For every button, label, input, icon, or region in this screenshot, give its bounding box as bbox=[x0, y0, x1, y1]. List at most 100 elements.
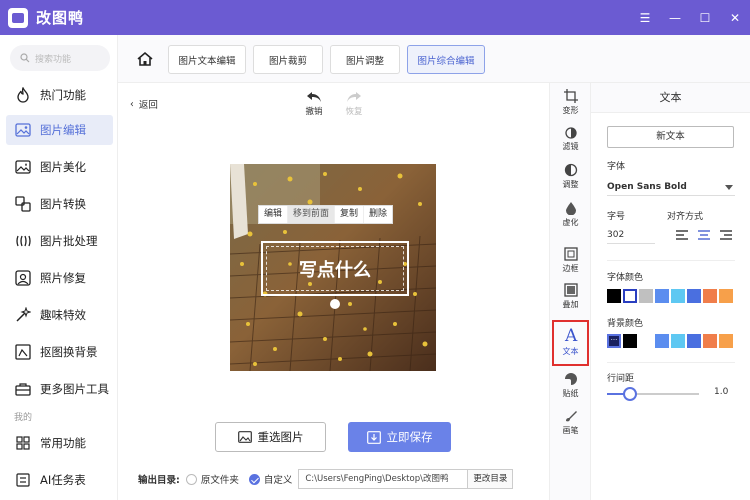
new-text-button[interactable]: 新文本 bbox=[607, 126, 734, 148]
app-logo-icon bbox=[8, 7, 28, 28]
brush-icon bbox=[565, 411, 577, 422]
tab-image-crop[interactable]: 图片裁剪 bbox=[253, 45, 323, 74]
text-properties-panel: 文本 新文本 字体 Open Sans Bold 字号 对齐方式 302 字体颜… bbox=[590, 83, 750, 500]
save-now-button[interactable]: 立即保存 bbox=[348, 422, 451, 452]
sidebar-item-label: 图片编辑 bbox=[40, 123, 86, 137]
toolbox-icon bbox=[14, 380, 32, 398]
sidebar-item-photo-repair[interactable]: 照片修复 bbox=[6, 263, 113, 293]
tool-transform[interactable]: 变形 bbox=[552, 85, 589, 121]
tool-border[interactable]: 边框 bbox=[552, 243, 589, 279]
photo-repair-icon bbox=[14, 269, 32, 287]
border-icon bbox=[563, 247, 578, 261]
tool-adjust[interactable]: 调整 bbox=[552, 159, 589, 195]
divider bbox=[607, 260, 735, 261]
sidebar-item-image-beautify[interactable]: 图片美化 bbox=[6, 152, 113, 182]
save-label: 立即保存 bbox=[386, 430, 433, 444]
tool-filter[interactable]: 滤镜 bbox=[552, 121, 589, 157]
tool-overlay[interactable]: 叠加 bbox=[552, 279, 589, 315]
alignment-group bbox=[671, 228, 737, 242]
color-swatch[interactable] bbox=[671, 334, 685, 348]
color-swatch[interactable] bbox=[687, 289, 701, 303]
radio-custom-folder[interactable] bbox=[248, 473, 260, 485]
slider-handle[interactable] bbox=[623, 387, 637, 401]
sidebar-item-image-edit[interactable]: 图片编辑 bbox=[6, 115, 113, 145]
top-tab-bar: 图片文本编辑 图片裁剪 图片调整 图片综合编辑 bbox=[118, 35, 750, 83]
svg-text:A: A bbox=[564, 326, 578, 344]
color-swatch[interactable] bbox=[623, 334, 637, 348]
minimize-icon[interactable]: — bbox=[660, 0, 690, 35]
back-button[interactable]: ‹ 返回 bbox=[130, 97, 158, 112]
tool-brush[interactable]: 画笔 bbox=[552, 405, 589, 441]
color-swatch[interactable] bbox=[607, 289, 621, 303]
tab-image-text-edit[interactable]: 图片文本编辑 bbox=[168, 45, 246, 74]
redo-icon bbox=[347, 92, 361, 102]
sidebar-item-label: 照片修复 bbox=[40, 271, 86, 285]
search-input[interactable]: 搜索功能 bbox=[10, 45, 110, 71]
sidebar-item-hot[interactable]: 热门功能 bbox=[6, 80, 113, 110]
reselect-image-button[interactable]: 重选图片 bbox=[215, 422, 326, 452]
align-center-icon[interactable] bbox=[693, 228, 715, 242]
output-path-field[interactable]: C:\Users\FengPing\Desktop\改图鸭 bbox=[298, 469, 469, 489]
color-swatch[interactable] bbox=[639, 334, 653, 348]
chevron-left-icon: ‹ bbox=[130, 98, 134, 110]
tool-sticker[interactable]: 贴纸 bbox=[552, 368, 589, 404]
sidebar-item-favorites[interactable]: 常用功能 bbox=[6, 428, 113, 458]
bring-to-front-button[interactable]: 移到前面 bbox=[288, 206, 336, 223]
tab-image-comprehensive-edit[interactable]: 图片综合编辑 bbox=[407, 45, 485, 74]
divider bbox=[607, 362, 735, 363]
font-select[interactable]: Open Sans Bold bbox=[607, 178, 735, 196]
delete-button[interactable]: 删除 bbox=[364, 206, 392, 223]
custom-folder-label: 自定义 bbox=[263, 475, 293, 486]
sidebar-item-label: AI任务表 bbox=[40, 473, 86, 487]
sidebar-item-magic-effect[interactable]: 趣味特效 bbox=[6, 300, 113, 330]
sidebar-item-cutout[interactable]: 抠图换背景 bbox=[6, 337, 113, 367]
color-swatch[interactable] bbox=[719, 289, 733, 303]
undo-label: 撤销 bbox=[305, 107, 323, 117]
color-swatch[interactable] bbox=[719, 334, 733, 348]
tool-blur[interactable]: 虚化 bbox=[552, 197, 589, 233]
color-swatch[interactable] bbox=[655, 334, 669, 348]
color-swatch[interactable] bbox=[703, 334, 717, 348]
adjust-icon bbox=[564, 163, 577, 177]
radio-original-folder[interactable] bbox=[185, 473, 197, 485]
color-swatch-selected[interactable] bbox=[623, 289, 637, 303]
close-icon[interactable]: ✕ bbox=[720, 0, 750, 35]
menu-icon[interactable]: ☰ bbox=[630, 0, 660, 35]
search-icon bbox=[20, 53, 30, 63]
tool-label: 虚化 bbox=[562, 218, 579, 227]
sidebar-item-batch[interactable]: 图片批处理 bbox=[6, 226, 113, 256]
bg-color-swatches: ··· bbox=[607, 334, 735, 348]
text-layer-box[interactable]: 写点什么 bbox=[261, 241, 409, 296]
tool-text[interactable]: A 文本 bbox=[552, 320, 589, 366]
rotate-handle[interactable] bbox=[330, 299, 340, 309]
sidebar-item-label: 图片转换 bbox=[40, 197, 86, 211]
ai-task-icon bbox=[14, 471, 32, 489]
redo-button[interactable]: 恢复 bbox=[339, 91, 369, 117]
line-height-slider[interactable] bbox=[607, 393, 699, 395]
home-icon[interactable] bbox=[134, 48, 156, 70]
panel-title: 文本 bbox=[591, 83, 750, 113]
sidebar-item-ai-tasks[interactable]: AI任务表 bbox=[6, 465, 113, 495]
undo-button[interactable]: 撤销 bbox=[299, 91, 329, 117]
align-left-icon[interactable] bbox=[671, 228, 693, 242]
color-swatch[interactable] bbox=[703, 289, 717, 303]
edit-text-button[interactable]: 编辑 bbox=[259, 206, 289, 223]
sidebar-section-label: 我的 bbox=[14, 413, 33, 423]
color-swatch[interactable] bbox=[671, 289, 685, 303]
color-swatch[interactable] bbox=[687, 334, 701, 348]
tab-image-adjust[interactable]: 图片调整 bbox=[330, 45, 400, 74]
change-directory-button[interactable]: 更改目录 bbox=[468, 469, 514, 489]
maximize-icon[interactable]: ☐ bbox=[690, 0, 720, 35]
tool-label: 画笔 bbox=[562, 426, 579, 435]
font-size-input[interactable]: 302 bbox=[607, 226, 655, 244]
canvas-area: ‹ 返回 撤销 恢复 编辑 移到前面 复制 删除 写点什么 重选图片 立即保存 … bbox=[118, 83, 550, 500]
align-right-icon[interactable] bbox=[715, 228, 737, 242]
duplicate-button[interactable]: 复制 bbox=[335, 206, 365, 223]
color-swatch[interactable] bbox=[655, 289, 669, 303]
bg-color-label: 背景颜色 bbox=[607, 319, 644, 329]
color-swatch[interactable] bbox=[639, 289, 653, 303]
sidebar-item-more-tools[interactable]: 更多图片工具 bbox=[6, 374, 113, 404]
text-layer-content: 写点什么 bbox=[299, 259, 371, 281]
color-swatch-selected[interactable]: ··· bbox=[607, 334, 621, 348]
sidebar-item-convert[interactable]: 图片转换 bbox=[6, 189, 113, 219]
